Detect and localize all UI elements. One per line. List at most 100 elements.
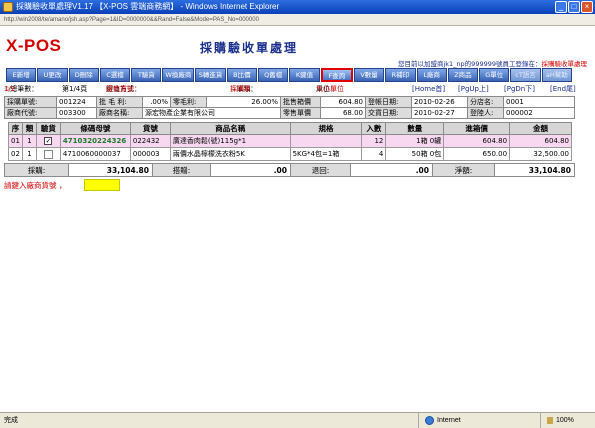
row-item-name[interactable]: 廣達香肉鬆(號)115g*1 [169, 134, 291, 148]
function-toolbar: E新增 U更改 D刪除 C選檔 T驗貨 W換廠商 S轉進貨 B比價 Q舊檔 K鍵值 F查詢 V數量 R補… [6, 68, 572, 83]
nav-end-link[interactable]: [End尾] [550, 84, 576, 95]
input-prompt: 請鍵入廠商貨號 ， [4, 181, 67, 190]
toolbar-button[interactable]: R補印 [385, 68, 416, 82]
grid-header-cell: 條碼母號 [59, 122, 131, 135]
toolbar-button[interactable]: L廠商 [416, 68, 447, 82]
row-seq[interactable]: 01 [8, 134, 23, 148]
toolbar-button[interactable]: G單位 [479, 68, 510, 82]
row-pack[interactable]: 4 [361, 147, 387, 161]
row-amount[interactable]: 32,500.00 [509, 147, 572, 161]
ie-status-bar: 完成 Internet 100% [0, 412, 595, 428]
row-check[interactable]: ✓ [35, 134, 61, 148]
address-url: http://win2008/te/amano/jsh.asp?Page=1&I… [4, 17, 259, 23]
row-qty[interactable]: 50箱 0包 [385, 147, 445, 161]
grid-header-cell: 金額 [509, 122, 572, 135]
zoom-control[interactable]: 100% [540, 413, 574, 428]
toolbar-button[interactable]: F查詢 [320, 68, 353, 82]
purchase-no-label: 採購單號: [4, 96, 57, 108]
grid-header-cell: 商品名稱 [169, 122, 291, 135]
box-price-label: 批售箱價 [280, 96, 321, 108]
row-spec[interactable]: 5KG*4包=1箱 [289, 147, 363, 161]
row-item-no[interactable]: 000003 [129, 147, 171, 161]
toolbar-button[interactable]: Q舊檔 [258, 68, 289, 82]
toolbar-button[interactable]: W換廠商 [162, 68, 195, 82]
row-amount[interactable]: 604.80 [509, 134, 572, 148]
minimize-button[interactable]: _ [555, 1, 567, 13]
retail-margin-label: 零毛利: [170, 96, 207, 108]
row-barcode[interactable]: 4710060000037 [59, 147, 131, 161]
grid-header-row: 序類驗貨 條碼母號 貨號 商品名稱 規格 入數 數量 進箱價 金額 [8, 122, 572, 135]
row-seq[interactable]: 02 [8, 147, 23, 161]
vendor-code-field[interactable]: 003300 [56, 107, 97, 119]
toolbar-button[interactable]: S轉進貨 [195, 68, 226, 82]
match-total-label: 搭贈: [152, 163, 211, 177]
row-pack[interactable]: 12 [361, 134, 387, 148]
toolbar-button[interactable]: K鍵值 [289, 68, 320, 82]
user-info: 您目前以加盟商jk1_np的999999號員工登錄在：採購驗收單處理 [398, 58, 587, 68]
match-total-value: .00 [210, 163, 291, 177]
globe-icon [425, 415, 434, 425]
address-bar[interactable]: http://win2008/te/amano/jsh.asp?Page=1&I… [0, 14, 595, 26]
toolbar-button[interactable]: V數量 [353, 68, 385, 82]
row-barcode[interactable]: 4710320224326 [59, 134, 131, 148]
grid-header-cell: 類 [21, 122, 37, 135]
row-spec[interactable] [289, 134, 363, 148]
row-type[interactable]: 1 [21, 147, 37, 161]
margin-field[interactable]: .00% [142, 96, 171, 108]
empty-checkbox-icon[interactable] [43, 149, 53, 159]
doc-type-value: 採購單 [230, 85, 251, 93]
status-done-text: 完成 [4, 417, 18, 424]
maximize-button[interactable]: □ [568, 1, 580, 13]
order-info-table: 採購單號: 001224 批 毛 利: .00% 零毛利: 26.00% 批售箱… [4, 96, 575, 119]
grid-header-cell: 進箱價 [443, 122, 511, 135]
registrar-field[interactable]: 000002 [503, 107, 575, 119]
row-item-no[interactable]: 022432 [129, 134, 171, 148]
row-box-price[interactable]: 604.80 [443, 134, 511, 148]
toolbar-button[interactable]: B比價 [226, 68, 258, 82]
grid-header-cell: 驗貨 [35, 122, 61, 135]
window-title-bar: 採購驗收單處理V1.17 【X-POS 雲端商務網】 - Windows Int… [0, 0, 595, 14]
toolbar-button[interactable]: cT語言 [510, 68, 541, 82]
row-check[interactable] [35, 147, 61, 161]
row-item-name[interactable]: 兩價水晶檸檬洗衣粉5K [169, 147, 291, 161]
security-zone[interactable]: Internet [418, 413, 461, 428]
nav-pgup-link[interactable]: [PgUp上] [458, 84, 489, 95]
retail-price-field[interactable]: 68.00 [320, 107, 366, 119]
toolbar-button[interactable]: D刪除 [68, 68, 99, 82]
row-qty[interactable]: 1箱 0罐 [385, 134, 445, 148]
total-count-value: 1/2 [4, 85, 16, 93]
toolbar-button[interactable]: Z商品 [447, 68, 479, 82]
grid-header-cell: 貨號 [129, 122, 171, 135]
toolbar-button[interactable]: T驗貨 [131, 68, 162, 82]
row-box-price[interactable]: 650.00 [443, 147, 511, 161]
nav-pgdn-link[interactable]: [PgDn下] [504, 84, 535, 95]
deliver-date-field[interactable]: 2010-02-27 [411, 107, 468, 119]
grid-header-cell: 入數 [361, 122, 387, 135]
grid-header-cell: 序 [8, 122, 23, 135]
toolbar-button[interactable]: C選檔 [99, 68, 131, 82]
table-row[interactable]: 02 1 4710060000037 000003 兩價水晶檸檬洗衣粉5K 5KG*4包=… [8, 147, 572, 161]
key-mode-value: 廠商貨號 [106, 85, 134, 93]
box-price-field[interactable]: 604.80 [320, 96, 366, 108]
purchase-no-field[interactable]: 001224 [56, 96, 97, 108]
branch-field[interactable]: 0001 [503, 96, 575, 108]
reg-date-field[interactable]: 2010-02-26 [411, 96, 468, 108]
user-info-prefix: 您目前以加盟商jk1_np的999999號員工登錄在： [397, 60, 542, 68]
checked-checkbox-icon[interactable]: ✓ [44, 137, 53, 145]
toolbar-button[interactable]: U更改 [37, 68, 68, 82]
close-button[interactable]: × [581, 1, 593, 13]
toolbar-button[interactable]: aH幫助 [541, 68, 572, 82]
retail-margin-field[interactable]: 26.00% [206, 96, 281, 108]
branch-label: 分店名: [467, 96, 504, 108]
totals-table: 採購: 33,104.80 搭贈: .00 退回: .00 淨額: 33,104… [4, 163, 575, 177]
items-grid: 序類驗貨 條碼母號 貨號 商品名稱 規格 入數 數量 進箱價 金額 01 1 ✓ 4710320224… [8, 122, 572, 161]
table-row[interactable]: 01 1 ✓ 4710320224326 022432 廣達香肉鬆(號)115g*1 12 1… [8, 134, 572, 148]
vendor-item-no-input[interactable] [84, 179, 120, 191]
grid-header-cell: 規格 [289, 122, 363, 135]
row-type[interactable]: 1 [21, 134, 37, 148]
zoom-icon [547, 416, 553, 424]
toolbar-button[interactable]: E新增 [6, 68, 37, 82]
vendor-name-field[interactable]: 源宏物產企業有限公司 [142, 107, 281, 119]
nav-home-link[interactable]: [Home首] [412, 84, 445, 95]
registrar-label: 登陸人: [467, 107, 504, 119]
